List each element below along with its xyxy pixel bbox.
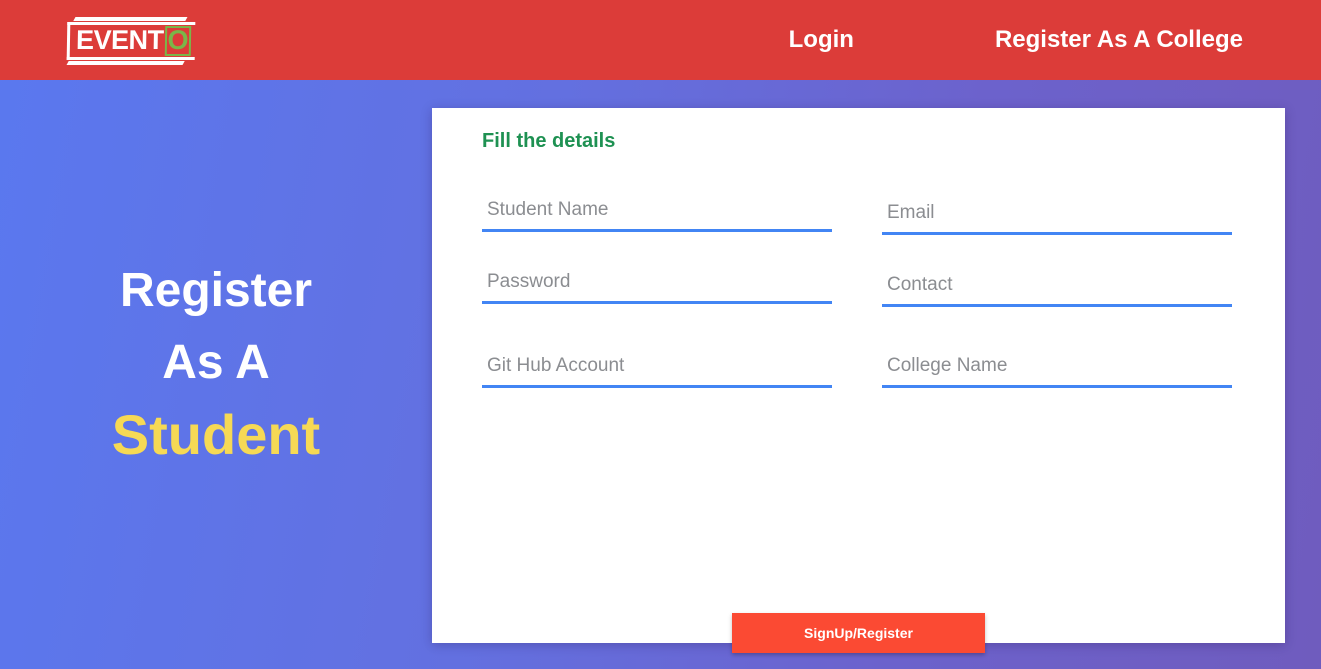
nav-links: Login Register As A College — [789, 0, 1321, 80]
hero-line-2: As A — [162, 336, 270, 390]
logo-text: EVENT O — [75, 25, 192, 56]
student-name-input[interactable] — [482, 194, 832, 232]
hero-line-1: Register — [119, 264, 313, 318]
app-logo[interactable]: EVENT O — [66, 20, 196, 62]
field-github-account — [482, 350, 832, 394]
top-navbar: EVENT O Login Register As A College — [0, 0, 1321, 80]
field-contact — [882, 269, 1232, 313]
github-input[interactable] — [482, 350, 832, 388]
registration-card: Fill the details SignUp/Register — [432, 108, 1285, 653]
field-password — [482, 266, 832, 310]
password-input[interactable] — [482, 266, 832, 304]
field-email — [882, 197, 1232, 241]
hero-panel: Register As A Student — [0, 80, 432, 669]
contact-input[interactable] — [882, 269, 1232, 307]
nav-link-login[interactable]: Login — [789, 26, 854, 54]
nav-link-register-college[interactable]: Register As A College — [995, 26, 1243, 54]
field-student-name — [482, 194, 832, 238]
logo-text-accent: O — [164, 25, 192, 56]
submit-row: SignUp/Register — [432, 613, 1285, 653]
card-title: Fill the details — [482, 130, 616, 152]
hero-line-3: Student — [111, 403, 321, 467]
page-root: EVENT O Login Register As A College Regis… — [0, 0, 1321, 669]
college-name-input[interactable] — [882, 350, 1232, 388]
logo-text-main: EVENT — [75, 25, 164, 56]
logo-frame: EVENT O — [66, 22, 196, 60]
field-college-name — [882, 350, 1232, 394]
email-input[interactable] — [882, 197, 1232, 235]
signup-register-button[interactable]: SignUp/Register — [732, 613, 985, 653]
